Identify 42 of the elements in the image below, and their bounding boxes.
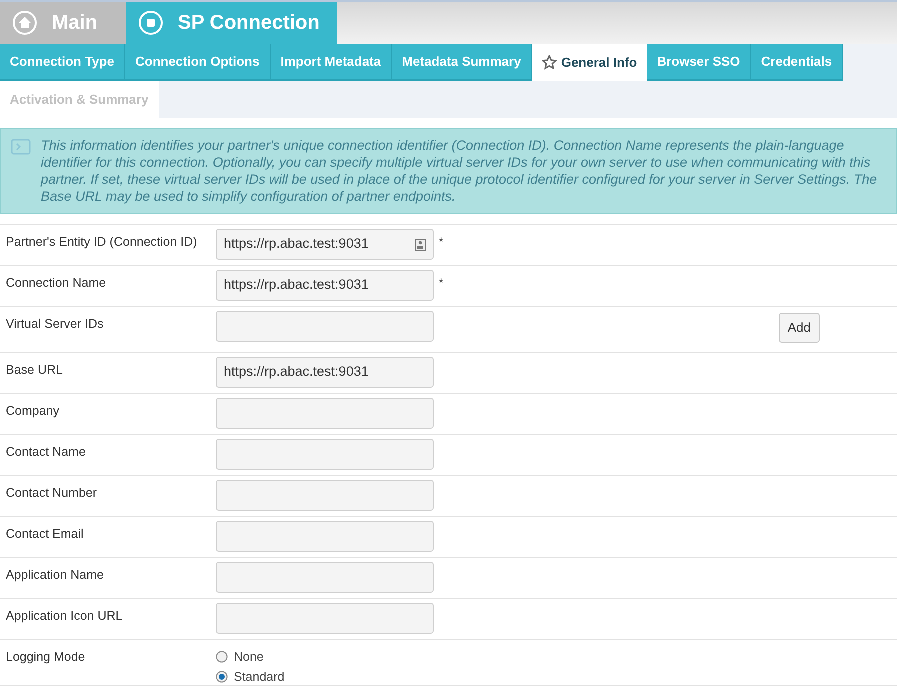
- field-label: Application Name: [5, 567, 105, 584]
- tab[interactable]: Browser SSO: [647, 44, 752, 81]
- home-icon: [12, 10, 38, 36]
- input-field[interactable]: [216, 521, 434, 552]
- star-icon: [542, 55, 558, 70]
- tab[interactable]: Connection Options: [125, 44, 271, 81]
- tab[interactable]: Connection Type: [0, 44, 126, 81]
- input-field[interactable]: [216, 311, 434, 342]
- input-field[interactable]: [216, 439, 434, 470]
- field-label: Logging Mode: [5, 649, 86, 666]
- info-icon: [11, 139, 31, 155]
- field-label: Application Icon URL: [5, 608, 124, 625]
- info-text: This information identifies your partner's unique connection identifier (Connection ID). Connection Name represents the plain-language identifier for this connection. Optionally, you can specify multiple virtual server IDs for your own server to use when communicating with this partner. If set, these virtual server IDs will be used in place of the unique protocol identifier configured for your server in Server Settings. The Base URL may be used to simplify configuration of partner endpoints.: [41, 137, 878, 205]
- input-field[interactable]: [216, 562, 434, 593]
- input-field[interactable]: [216, 398, 434, 429]
- input-field[interactable]: https://rp.abac.test:9031: [216, 357, 434, 388]
- breadcrumb-tab[interactable]: SP Connection: [126, 2, 337, 44]
- field-label: Contact Number: [5, 485, 98, 502]
- field-label: Partner's Entity ID (Connection ID): [5, 234, 198, 251]
- tab[interactable]: General Info: [532, 44, 648, 81]
- radio-option[interactable]: Standard: [216, 669, 285, 685]
- stop-icon: [138, 10, 164, 36]
- input-field[interactable]: [216, 480, 434, 511]
- breadcrumb-tab[interactable]: Main: [0, 2, 126, 44]
- input-field[interactable]: [216, 603, 434, 634]
- field-label: Base URL: [5, 362, 64, 379]
- add-button[interactable]: Add: [778, 313, 820, 343]
- input-field[interactable]: https://rp.abac.test:9031: [216, 270, 434, 301]
- input-field[interactable]: https://rp.abac.test:9031: [216, 229, 434, 260]
- field-label: Company: [5, 403, 60, 420]
- field-label: Contact Name: [5, 444, 87, 461]
- radio-button-icon[interactable]: [216, 671, 228, 683]
- required-asterisk: *: [439, 234, 444, 251]
- required-asterisk: *: [439, 275, 444, 292]
- field-label: Virtual Server IDs: [5, 316, 105, 333]
- field-label: Contact Email: [5, 526, 85, 543]
- field-label: Connection Name: [5, 275, 108, 292]
- tab[interactable]: Metadata Summary: [392, 44, 532, 81]
- tab[interactable]: Import Metadata: [270, 44, 392, 81]
- radio-button-icon[interactable]: [216, 651, 228, 663]
- tab[interactable]: Credentials: [751, 44, 844, 81]
- radio-option[interactable]: None: [216, 649, 285, 665]
